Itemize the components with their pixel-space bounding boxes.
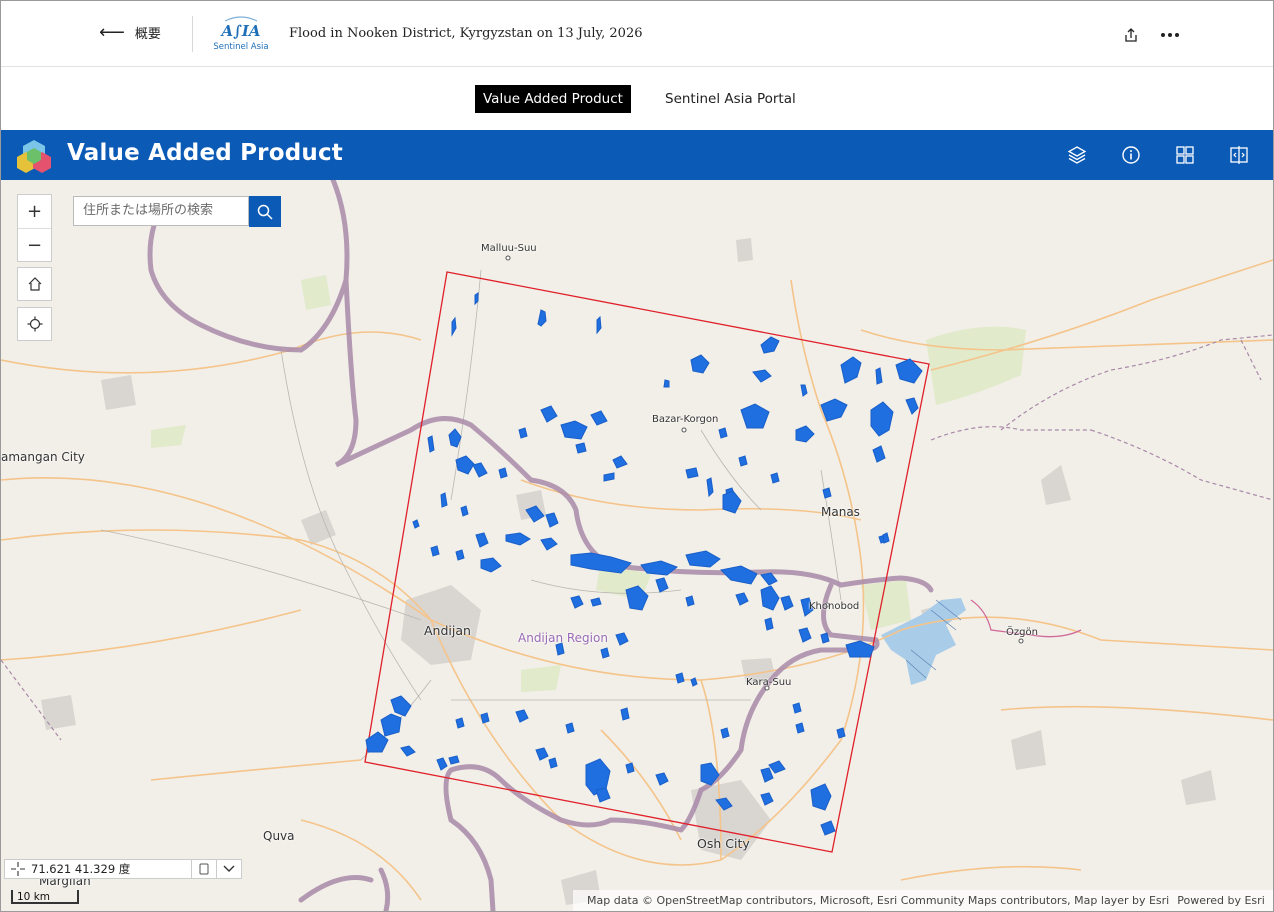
powered-by-esri: Powered by Esri bbox=[1177, 894, 1265, 907]
crosshair-icon[interactable] bbox=[5, 862, 31, 876]
copy-icon bbox=[199, 863, 209, 875]
zoom-in-button[interactable]: + bbox=[18, 195, 51, 228]
map-label-kara-suu: Kara-Suu bbox=[746, 677, 792, 688]
back-to-overview-button[interactable]: ⟵ 概要 bbox=[99, 23, 161, 42]
map-label-namangan: amangan City bbox=[1, 450, 85, 464]
basemap bbox=[1, 180, 1273, 911]
map-label-quva: Quva bbox=[263, 829, 295, 843]
flood-extent-polygons bbox=[365, 292, 923, 836]
coordinate-readout: 71.621 41.329 度 bbox=[31, 862, 131, 876]
browser-frame: ⟵ 概要 A∫IA Sentinel Asia Flood in Nooken … bbox=[0, 0, 1274, 912]
map-label-khonobod: Khonobod bbox=[809, 601, 860, 612]
layers-icon[interactable] bbox=[1066, 144, 1088, 166]
logo-text: Sentinel Asia bbox=[213, 42, 268, 52]
chevron-down-icon bbox=[223, 865, 235, 872]
map-label-andijan-region: Andijan Region bbox=[518, 631, 608, 645]
minor-roads bbox=[100, 269, 842, 761]
map-label-bazar-korgon: Bazar-Korgon bbox=[652, 414, 719, 425]
region-borders bbox=[1, 334, 1273, 741]
search-button[interactable] bbox=[249, 196, 281, 227]
arrow-left-icon: ⟵ bbox=[99, 21, 125, 43]
tab-sentinel-asia-portal[interactable]: Sentinel Asia Portal bbox=[657, 85, 804, 113]
map-label-osh: Osh City bbox=[697, 836, 750, 851]
map-label-andijan: Andijan bbox=[424, 623, 471, 638]
copy-coordinates-button[interactable] bbox=[191, 860, 216, 878]
expand-coordinates-button[interactable] bbox=[216, 860, 241, 878]
story-navigation: Value Added Product Sentinel Asia Portal bbox=[1, 67, 1273, 130]
home-button[interactable] bbox=[18, 268, 51, 300]
map-view[interactable]: Malluu-Suu Bazar-Korgon amangan City Man… bbox=[1, 180, 1273, 911]
back-label: 概要 bbox=[134, 27, 161, 42]
zoom-out-button[interactable]: − bbox=[18, 228, 51, 262]
zoom-control: + − bbox=[18, 195, 51, 261]
share-icon[interactable] bbox=[1121, 25, 1141, 45]
search-icon bbox=[257, 204, 273, 220]
basemap-gallery-icon[interactable] bbox=[1174, 144, 1196, 166]
header-divider bbox=[192, 16, 193, 52]
area-of-interest-outline bbox=[364, 271, 930, 853]
locate-crosshair-icon bbox=[27, 316, 42, 332]
svg-text:A∫IA: A∫IA bbox=[220, 22, 261, 40]
info-icon[interactable] bbox=[1120, 144, 1142, 166]
app-cube-logo-icon bbox=[17, 140, 51, 173]
address-search-input[interactable] bbox=[74, 197, 248, 223]
coordinate-conversion-widget: 71.621 41.329 度 bbox=[4, 859, 242, 879]
story-header: ⟵ 概要 A∫IA Sentinel Asia Flood in Nooken … bbox=[1, 1, 1273, 67]
scale-bar: 10 km bbox=[11, 890, 79, 904]
sentinel-asia-logo: A∫IA Sentinel Asia bbox=[213, 16, 269, 52]
map-attribution[interactable]: Map data © OpenStreetMap contributors, M… bbox=[573, 890, 1273, 911]
attribution-text: Map data © OpenStreetMap contributors, M… bbox=[587, 894, 1170, 907]
map-label-manas: Manas bbox=[821, 505, 860, 519]
map-label-ozgon: Özgön bbox=[1006, 627, 1038, 638]
app-title: Value Added Product bbox=[67, 140, 343, 166]
tab-value-added-product[interactable]: Value Added Product bbox=[475, 85, 631, 113]
swipe-compare-icon[interactable] bbox=[1228, 144, 1250, 166]
app-header: Value Added Product bbox=[1, 130, 1273, 180]
locate-button[interactable] bbox=[18, 308, 51, 340]
map-label-malluu-suu: Malluu-Suu bbox=[481, 243, 537, 254]
story-title: Flood in Nooken District, Kyrgyzstan on … bbox=[289, 26, 643, 41]
more-options-icon[interactable] bbox=[1160, 25, 1180, 45]
search-box bbox=[73, 196, 249, 226]
home-icon bbox=[28, 277, 41, 291]
